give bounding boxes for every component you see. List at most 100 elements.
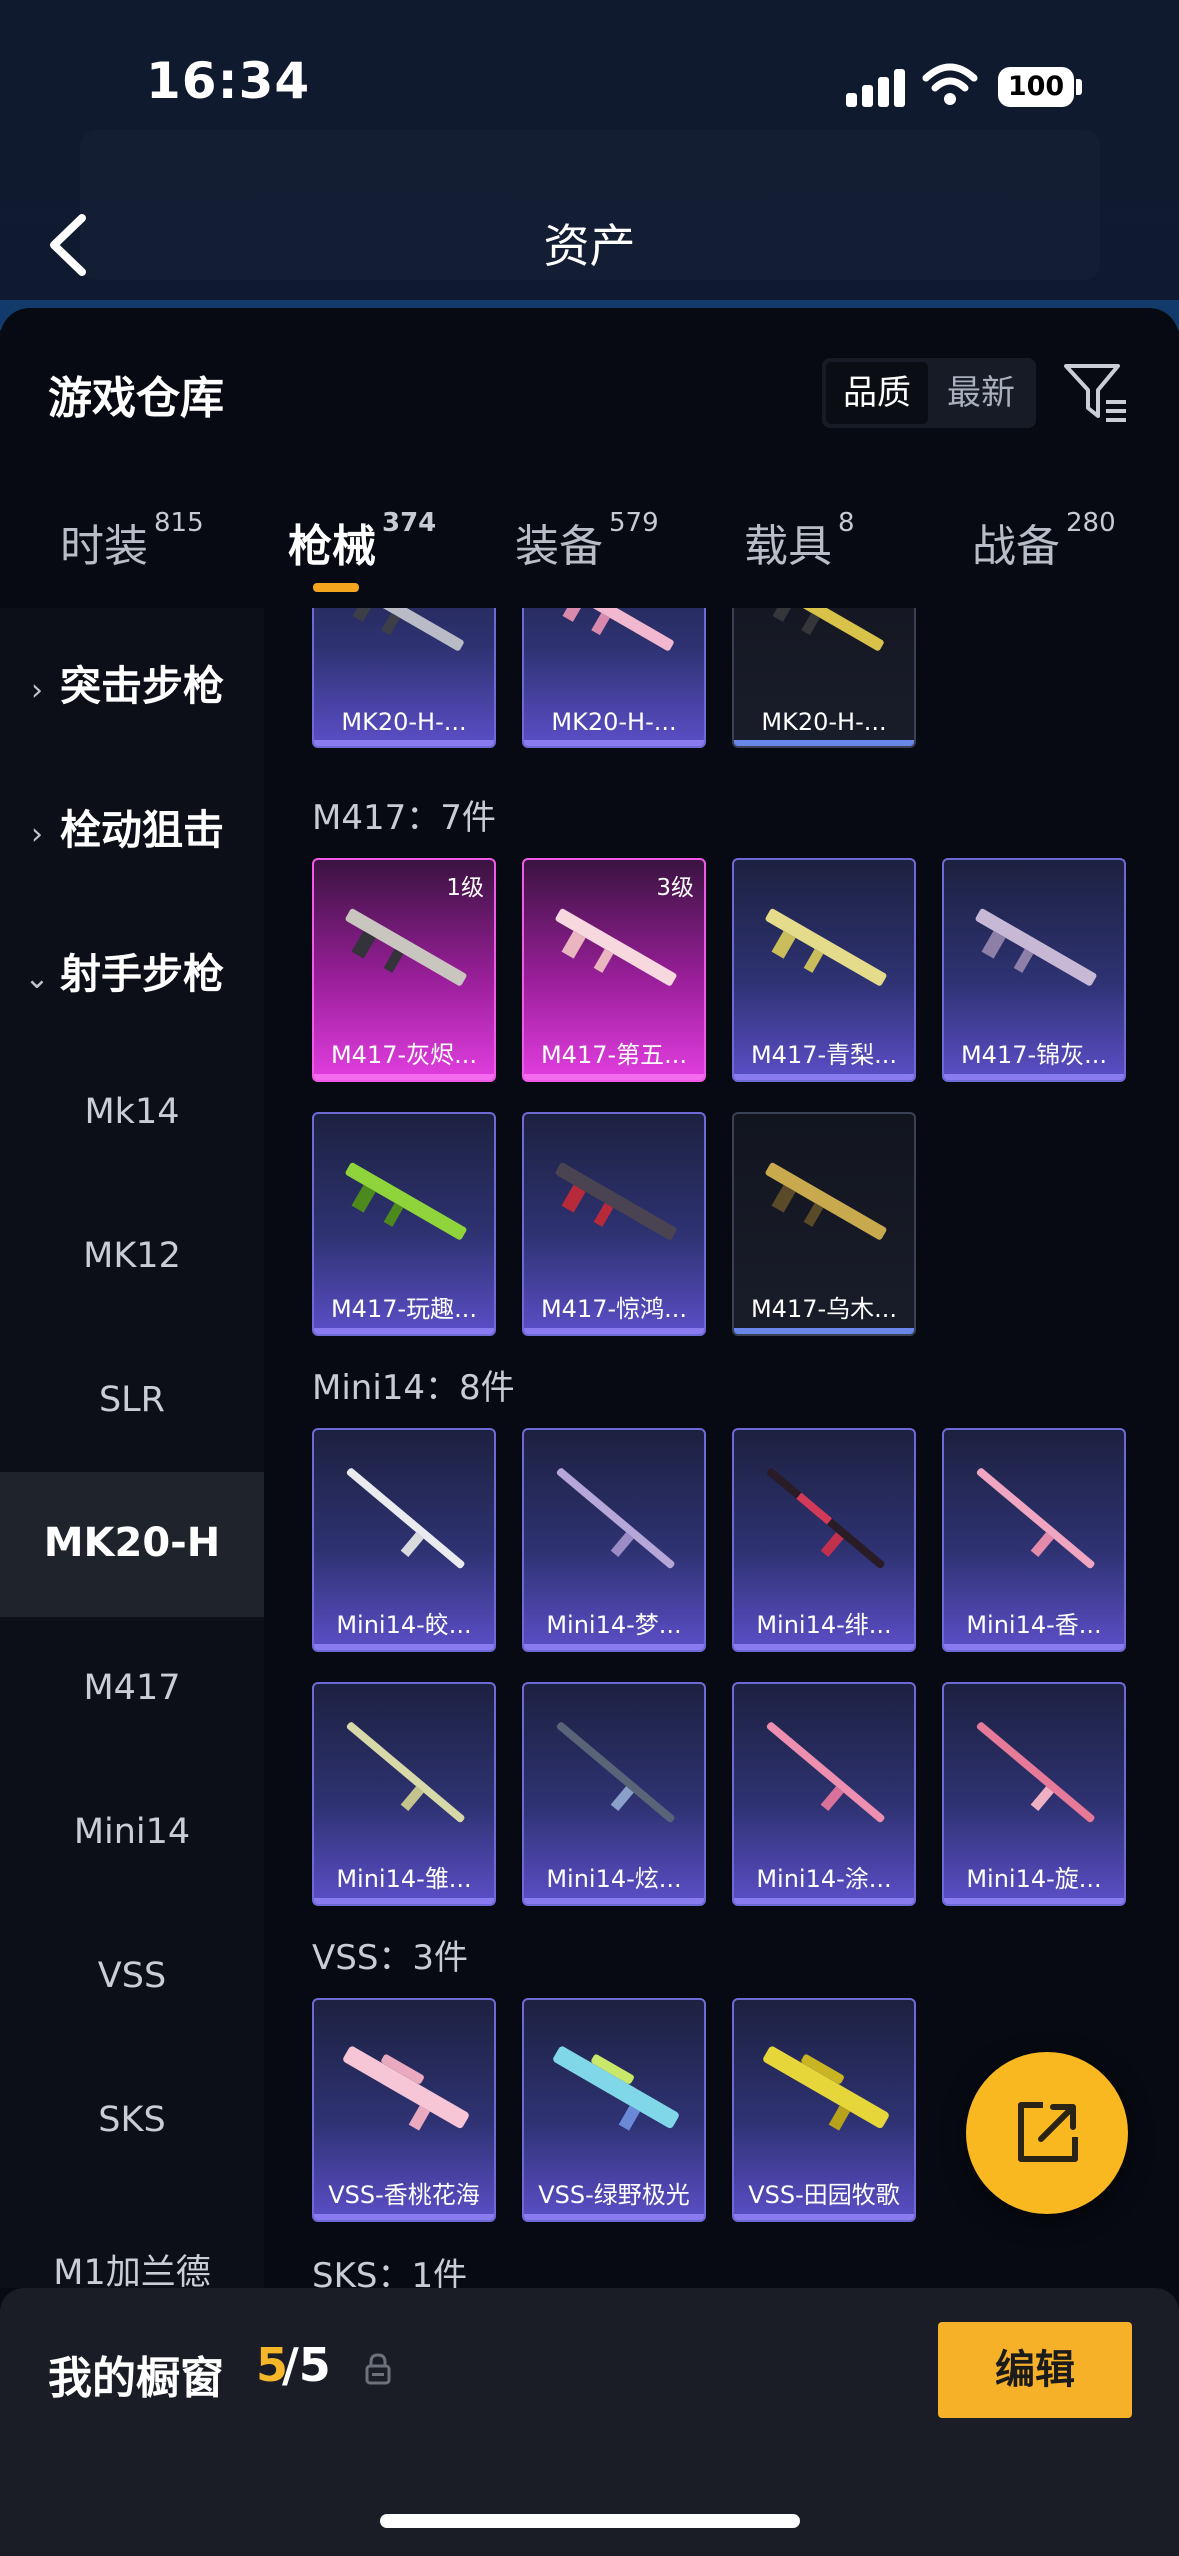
lock-icon <box>365 2353 391 2385</box>
weapon-card[interactable]: Mini14-涂... <box>732 1682 916 1906</box>
rifle-icon <box>347 608 464 651</box>
rarity-bar <box>524 1328 704 1334</box>
weapon-card-label: M417-玩趣... <box>330 1295 478 1323</box>
weapon-card[interactable]: Mini14-炫... <box>522 1682 706 1906</box>
weapon-card-label: VSS-香桃花海 <box>328 2181 480 2209</box>
status-time: 16:34 <box>146 52 311 110</box>
rarity-bar <box>314 740 494 746</box>
weapon-card[interactable]: Mini14-绯... <box>732 1428 916 1652</box>
sort-quality-button[interactable]: 品质 <box>826 362 928 424</box>
weapon-card[interactable]: Mini14-旋... <box>942 1682 1126 1906</box>
sidebar-category-marksman-rifles[interactable]: ⌄ 射手步枪 <box>0 940 264 1000</box>
rifle-icon <box>557 608 674 651</box>
home-indicator <box>380 2514 800 2528</box>
tab-label: 载具 <box>744 521 832 572</box>
weapon-card[interactable]: Mini14-香... <box>942 1428 1126 1652</box>
weapon-card-label: M417-青梨... <box>750 1041 898 1069</box>
weapon-card[interactable]: Mini14-皎... <box>312 1428 496 1652</box>
rifle-icon <box>765 1162 887 1240</box>
sidebar-item-mk14[interactable]: Mk14 <box>0 1092 264 1132</box>
rifle-icon <box>346 1468 465 1569</box>
weapon-card[interactable]: M417-惊鸿... <box>522 1112 706 1336</box>
weapon-card[interactable]: Mini14-雏... <box>312 1682 496 1906</box>
weapon-card-label: MK20-H-... <box>761 708 887 736</box>
weapon-card[interactable]: M417-锦灰... <box>942 858 1126 1082</box>
rifle-icon <box>976 1722 1095 1823</box>
sidebar-item-sks[interactable]: SKS <box>0 2100 264 2140</box>
rifle-icon <box>345 1162 467 1240</box>
wifi-icon <box>922 63 978 105</box>
weapon-card-label: VSS-绿野极光 <box>538 2181 690 2209</box>
weapon-card-label: Mini14-涂... <box>756 1865 892 1893</box>
tab-supplies[interactable]: 战备 280 <box>972 508 1116 574</box>
rarity-bar <box>734 2214 914 2220</box>
weapon-card[interactable]: MK20-H-... <box>732 608 916 748</box>
edit-showcase-button[interactable]: 编辑 <box>938 2322 1132 2418</box>
weapon-card[interactable]: MK20-H-... <box>312 608 496 748</box>
rarity-bar <box>524 740 704 746</box>
weapon-card[interactable]: 3级 M417-第五... <box>522 858 706 1082</box>
tab-fashion[interactable]: 时装 815 <box>60 508 204 574</box>
rarity-bar <box>734 740 914 746</box>
tab-equipment[interactable]: 装备 579 <box>515 508 659 574</box>
weapon-grid: MK20-H-... MK20-H-... MK20-H-... M417：7件… <box>264 608 1179 2288</box>
weapon-card[interactable]: VSS-绿野极光 <box>522 1998 706 2222</box>
tab-count: 8 <box>838 508 855 539</box>
chevron-down-icon: ⌄ <box>24 961 50 996</box>
weapon-card-label: Mini14-香... <box>966 1611 1102 1639</box>
warehouse-title: 游戏仓库 <box>48 373 224 424</box>
weapon-card-label: Mini14-绯... <box>756 1611 892 1639</box>
rarity-bar <box>524 1898 704 1904</box>
sort-newest-button[interactable]: 最新 <box>930 362 1032 424</box>
tab-count: 579 <box>609 508 659 539</box>
rifle-icon <box>556 1722 675 1823</box>
weapon-card-label: Mini14-皎... <box>336 1611 472 1639</box>
tab-label: 时装 <box>60 521 148 572</box>
tab-weapons[interactable]: 枪械 374 <box>288 508 436 574</box>
battery-indicator: 100 <box>998 67 1074 107</box>
sidebar-item-mk12[interactable]: MK12 <box>0 1236 264 1276</box>
sidebar-category-bolt-snipers[interactable]: › 栓动狙击 <box>0 796 264 856</box>
rifle-icon <box>343 2046 469 2131</box>
sidebar-item-vss[interactable]: VSS <box>0 1956 264 1996</box>
weapon-card[interactable]: M417-青梨... <box>732 858 916 1082</box>
chevron-right-icon: › <box>31 673 43 708</box>
sidebar-item-mini14[interactable]: Mini14 <box>0 1812 264 1852</box>
rifle-icon <box>766 1722 885 1823</box>
group-header-sks: SKS：1件 <box>312 2256 468 2288</box>
cellular-signal-icon <box>846 67 906 107</box>
sidebar-category-assault-rifles[interactable]: › 突击步枪 <box>0 652 264 712</box>
share-button[interactable] <box>966 2052 1128 2214</box>
tab-label: 枪械 <box>288 521 376 572</box>
weapon-card-label: Mini14-旋... <box>966 1865 1102 1893</box>
rifle-icon <box>345 908 467 986</box>
page-title: 资产 <box>543 219 636 273</box>
group-header-m417: M417：7件 <box>312 798 496 838</box>
weapon-card[interactable]: VSS-田园牧歌 <box>732 1998 916 2222</box>
rarity-bar <box>314 1328 494 1334</box>
weapon-card[interactable]: M417-玩趣... <box>312 1112 496 1336</box>
rifle-icon <box>766 1468 885 1569</box>
weapon-card-label: VSS-田园牧歌 <box>748 2181 900 2209</box>
sidebar-item-m417[interactable]: M417 <box>0 1668 264 1708</box>
sidebar-item-mk20h[interactable]: MK20-H <box>0 1520 264 1566</box>
weapon-card[interactable]: 1级 M417-灰烬... <box>312 858 496 1082</box>
sidebar-item-slr[interactable]: SLR <box>0 1380 264 1420</box>
rarity-bar <box>944 1898 1124 1904</box>
rarity-bar <box>734 1074 914 1080</box>
weapon-card[interactable]: MK20-H-... <box>522 608 706 748</box>
rarity-bar <box>734 1898 914 1904</box>
weapon-card-label: Mini14-梦... <box>546 1611 682 1639</box>
rarity-bar <box>524 1074 704 1080</box>
rifle-icon <box>767 608 884 651</box>
rarity-bar <box>314 1074 494 1080</box>
battery-cap <box>1076 79 1082 95</box>
weapon-card[interactable]: VSS-香桃花海 <box>312 1998 496 2222</box>
weapon-card-label: M417-惊鸿... <box>540 1295 688 1323</box>
filter-icon[interactable] <box>1062 360 1128 424</box>
weapon-card[interactable]: M417-乌木... <box>732 1112 916 1336</box>
chevron-right-icon: › <box>31 817 43 852</box>
weapon-card[interactable]: Mini14-梦... <box>522 1428 706 1652</box>
rarity-bar <box>944 1644 1124 1650</box>
tab-vehicles[interactable]: 载具 8 <box>744 508 855 574</box>
